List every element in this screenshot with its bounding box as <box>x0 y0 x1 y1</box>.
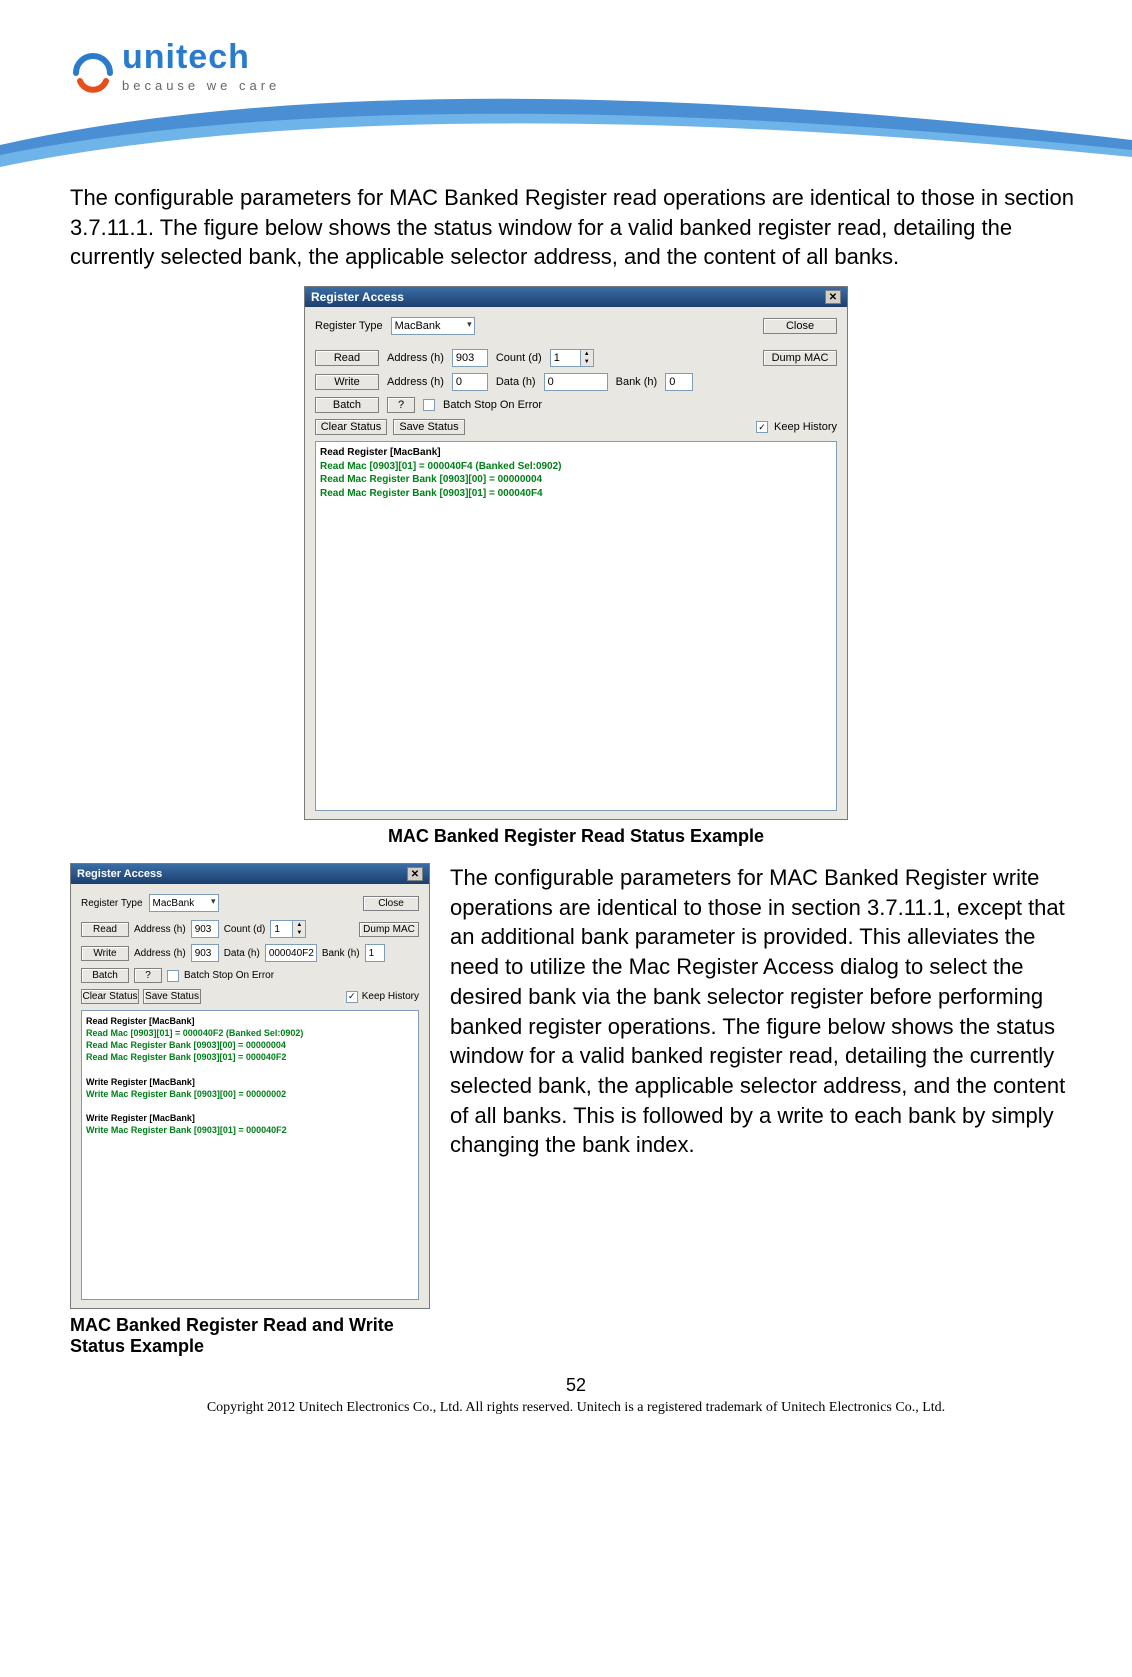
header-swoosh <box>0 85 1132 175</box>
write-button[interactable]: Write <box>81 946 129 961</box>
batch-file-button[interactable]: ? <box>387 397 415 413</box>
batch-button[interactable]: Batch <box>315 397 379 413</box>
status-area[interactable]: Read Register [MacBank] Read Mac [0903][… <box>81 1010 419 1300</box>
figure-caption-1: MAC Banked Register Read Status Example <box>70 826 1082 847</box>
copyright: Copyright 2012 Unitech Electronics Co., … <box>70 1400 1082 1416</box>
dump-mac-button[interactable]: Dump MAC <box>359 922 419 937</box>
dialog-title: Register Access <box>77 868 162 880</box>
address-input-write[interactable]: 0 <box>452 373 488 391</box>
data-label: Data (h) <box>496 376 536 388</box>
paragraph-1: The configurable parameters for MAC Bank… <box>70 183 1082 272</box>
address-input-read[interactable]: 903 <box>452 349 488 367</box>
batch-stop-checkbox[interactable] <box>167 970 179 982</box>
address-label-write: Address (h) <box>134 948 186 959</box>
bank-label: Bank (h) <box>616 376 658 388</box>
address-input-read[interactable]: 903 <box>191 920 219 938</box>
dump-mac-button[interactable]: Dump MAC <box>763 350 837 366</box>
address-label-write: Address (h) <box>387 376 444 388</box>
count-spinner[interactable]: 1▲▼ <box>270 920 306 938</box>
register-type-select[interactable]: MacBank <box>149 894 219 912</box>
register-type-select[interactable]: MacBank <box>391 317 475 335</box>
count-label: Count (d) <box>224 924 266 935</box>
address-label-read: Address (h) <box>134 924 186 935</box>
paragraph-2: The configurable parameters for MAC Bank… <box>450 863 1082 1160</box>
figure-caption-2: MAC Banked Register Read and Write Statu… <box>70 1315 430 1357</box>
register-access-dialog-2: Register Access ✕ Register Type MacBank … <box>70 863 430 1309</box>
close-icon[interactable]: ✕ <box>825 290 841 304</box>
bank-input[interactable]: 0 <box>665 373 693 391</box>
read-button[interactable]: Read <box>315 350 379 366</box>
data-label: Data (h) <box>224 948 260 959</box>
brand-logo: unitech because we care <box>70 40 1082 93</box>
keep-history-label: Keep History <box>362 991 419 1002</box>
register-type-label: Register Type <box>81 898 143 909</box>
keep-history-checkbox[interactable]: ✓ <box>756 421 768 433</box>
clear-status-button[interactable]: Clear Status <box>81 989 139 1004</box>
batch-file-button[interactable]: ? <box>134 968 162 983</box>
data-input[interactable]: 0 <box>544 373 608 391</box>
dialog-title: Register Access <box>311 290 404 304</box>
bank-input[interactable]: 1 <box>365 944 385 962</box>
brand-name: unitech <box>122 40 280 74</box>
address-label-read: Address (h) <box>387 352 444 364</box>
close-button[interactable]: Close <box>363 896 419 911</box>
keep-history-label: Keep History <box>774 421 837 433</box>
data-input[interactable]: 000040F2 <box>265 944 317 962</box>
count-spinner[interactable]: 1 ▲▼ <box>550 349 594 367</box>
status-area[interactable]: Read Register [MacBank] Read Mac [0903][… <box>315 441 837 811</box>
page-number: 52 <box>70 1375 1082 1396</box>
brand-tagline: because we care <box>122 78 280 93</box>
batch-stop-label: Batch Stop On Error <box>184 970 274 981</box>
batch-button[interactable]: Batch <box>81 968 129 983</box>
save-status-button[interactable]: Save Status <box>143 989 201 1004</box>
close-button[interactable]: Close <box>763 318 837 334</box>
address-input-write[interactable]: 903 <box>191 944 219 962</box>
register-type-label: Register Type <box>315 320 383 332</box>
count-label: Count (d) <box>496 352 542 364</box>
batch-stop-label: Batch Stop On Error <box>443 399 542 411</box>
batch-stop-checkbox[interactable] <box>423 399 435 411</box>
bank-label: Bank (h) <box>322 948 360 959</box>
close-icon[interactable]: ✕ <box>407 867 423 881</box>
write-button[interactable]: Write <box>315 374 379 390</box>
logo-icon <box>70 47 116 93</box>
clear-status-button[interactable]: Clear Status <box>315 419 387 435</box>
register-access-dialog-1: Register Access ✕ Register Type MacBank … <box>304 286 848 820</box>
keep-history-checkbox[interactable]: ✓ <box>346 991 358 1003</box>
save-status-button[interactable]: Save Status <box>393 419 465 435</box>
read-button[interactable]: Read <box>81 922 129 937</box>
